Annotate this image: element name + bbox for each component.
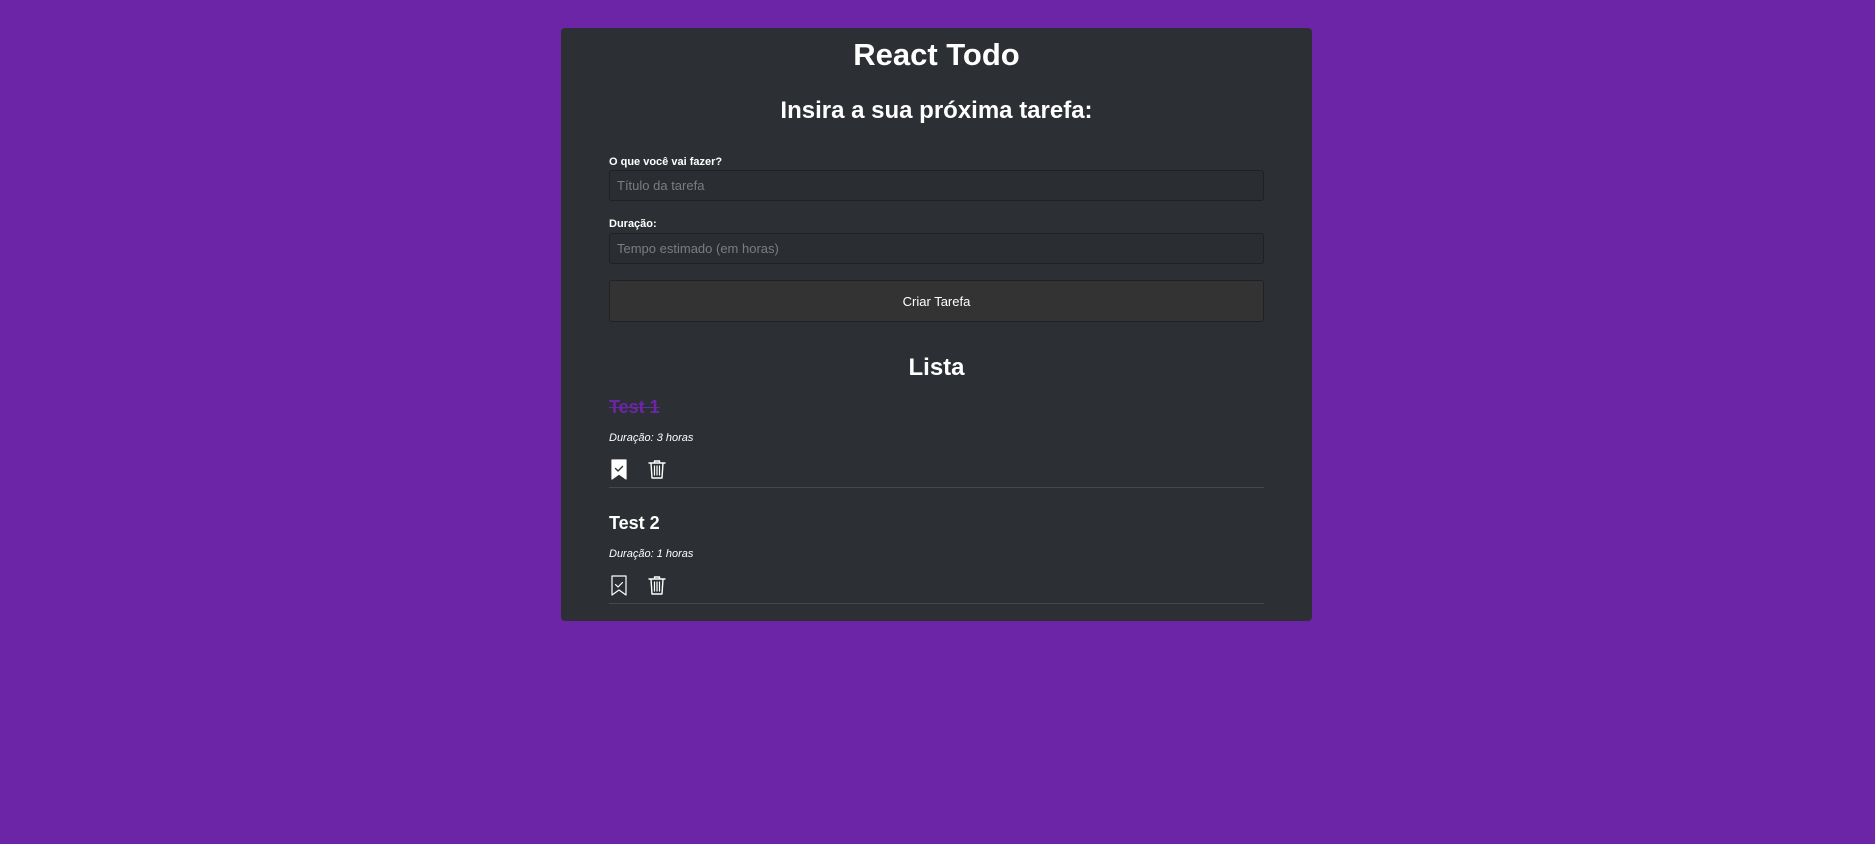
create-task-button[interactable]: Criar Tarefa (609, 280, 1264, 322)
todo-duration: Duração: 3 horas (609, 432, 694, 444)
task-form: Insira a sua próxima tarefa: O que você … (609, 96, 1264, 322)
form-heading: Insira a sua próxima tarefa: (780, 97, 1093, 124)
task-title-input[interactable] (609, 170, 1264, 201)
todo-item: Test 2 Duração: 1 horas (609, 488, 1264, 604)
app-title: React Todo (853, 37, 1020, 72)
todo-item: Test 1 Duração: 3 horas (609, 372, 1264, 488)
todo-app-panel: React Todo Insira a sua próxima tarefa: … (561, 28, 1312, 621)
task-duration-input[interactable] (609, 233, 1264, 264)
bookmark-check-icon[interactable] (609, 574, 629, 596)
todo-actions (609, 458, 667, 480)
trash-icon[interactable] (647, 458, 667, 480)
todo-actions (609, 574, 667, 596)
bookmark-check-icon[interactable] (609, 458, 629, 480)
todo-title: Test 2 (609, 513, 660, 533)
trash-icon[interactable] (647, 574, 667, 596)
todo-title: Test 1 (609, 397, 660, 417)
task-title-label: O que você vai fazer? (609, 156, 723, 168)
task-duration-label: Duração: (609, 218, 657, 230)
todo-duration: Duração: 1 horas (609, 548, 694, 560)
